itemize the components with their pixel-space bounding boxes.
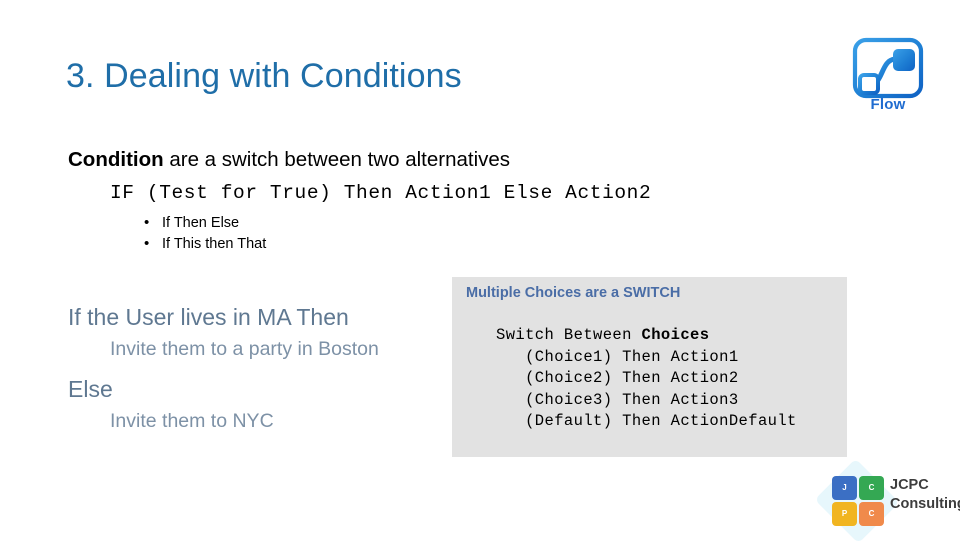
switch-code-line: (Choice2) Then Action2 [496,369,739,387]
jcpc-logo: J C P C JCPC Consulting [814,458,960,543]
list-item: If Then Else [140,212,266,234]
switch-code-line: (Choice1) Then Action1 [496,347,739,366]
switch-panel-heading: Multiple Choices are a SWITCH [466,285,681,301]
flow-logo-label: Flow [870,96,906,113]
slide-canvas: 3. Dealing with Conditions Condition are… [0,0,960,543]
jcpc-logo-line1: JCPC [890,477,929,493]
jcpc-tile-p: P [832,502,857,526]
switch-code-block: Switch Between Choices (Choice1) Then Ac… [496,325,797,433]
page-title: 3. Dealing with Conditions [66,57,462,95]
pseudocode-if-line: If the User lives in MA Then [68,304,349,330]
switch-code-line: (Choice3) Then Action3 [496,390,739,409]
lead-statement-rest: are a switch between two alternatives [163,148,511,171]
switch-code-head-keyword: Choices [641,326,710,344]
condition-bullet-list: If Then Else If This then That [140,212,266,255]
jcpc-tile-j: J [832,476,857,500]
jcpc-tile-c-orange: C [859,502,884,526]
jcpc-logo-line2: Consulting [890,496,960,512]
pseudocode-if-body: Invite them to a party in Boston [110,338,379,360]
jcpc-tiles-icon: J C P C [832,476,884,526]
jcpc-tile-c-green: C [859,476,884,500]
jcpc-logo-text: JCPC Consulting [890,476,960,514]
list-item: If This then That [140,233,266,255]
lead-statement-keyword: Condition [68,148,164,171]
pseudocode-block: If the User lives in MA Then Invite them… [68,300,438,436]
switch-code-head-prefix: Switch Between [496,326,642,344]
pseudocode-else-line: Else [68,376,113,402]
lead-statement: Condition are a switch between two alter… [68,148,510,172]
pseudocode-else-body: Invite them to NYC [110,410,274,432]
condition-code-line: IF (Test for True) Then Action1 Else Act… [110,182,652,204]
switch-panel: Multiple Choices are a SWITCH Switch Bet… [452,277,847,457]
switch-code-line: (Default) Then ActionDefault [496,412,797,430]
